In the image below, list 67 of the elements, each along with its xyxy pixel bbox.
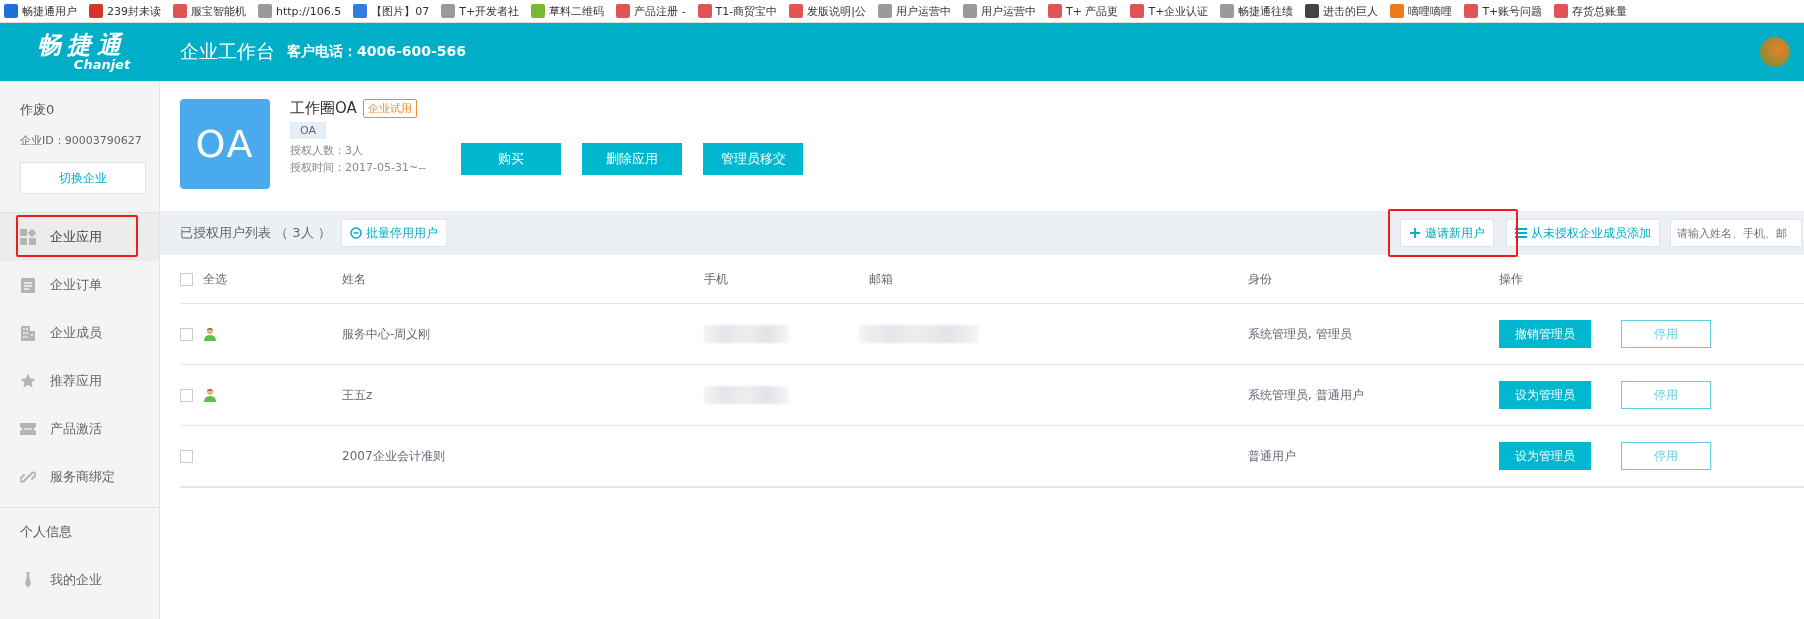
bookmark-link[interactable]: 用户运营中 [981,3,1036,19]
logo-text: 畅捷通 [37,32,127,58]
sidebar-item[interactable]: 服务商绑定 [0,453,159,501]
sidebar-item[interactable]: 我的企业 [0,556,159,604]
bookmark-link[interactable]: T+开发者社 [459,3,520,19]
column-header: 操作 [1499,270,1523,288]
section-heading: 个人信息 [19,523,73,541]
bookmark-link[interactable]: 畅捷通往绩 [1238,3,1294,19]
checkbox[interactable] [180,327,193,341]
sidebar-item[interactable]: 企业应用 [0,213,159,261]
customer-phone: 客户电话：4006-600-566 [287,43,467,61]
app-icon: OA [180,99,270,189]
minus-circle-icon [349,227,362,239]
user-name: 2007企业会计准则 [342,447,445,465]
app-name: 工作圈OA [290,99,357,118]
clipboard-icon [20,277,36,293]
trial-badge: 企业试用 [362,99,417,118]
link-icon [20,469,36,485]
user-role: 普通用户 [1248,447,1296,465]
logo-subtext: Chanjet [73,58,131,72]
user-avatar[interactable] [1760,37,1790,67]
page-title: 企业工作台 [180,39,275,64]
bookmark-link[interactable]: 产品注册 - [634,3,686,19]
bookmark-link[interactable]: T+账号问题 [1482,3,1543,19]
bookmark-link[interactable]: T+ 产品更 [1066,3,1119,19]
checkbox[interactable] [180,449,193,463]
column-header: 手机 [704,270,728,288]
company-name: 作废0 [20,101,55,119]
ticket-icon [20,421,36,437]
plus-icon [1409,227,1421,239]
bookmark-link[interactable]: 进击的巨人 [1323,3,1379,19]
bookmark-link[interactable]: T+企业认证 [1148,3,1209,19]
authorized-period: 授权时间：2017-05-31~-- [290,160,428,175]
column-header: 姓名 [342,270,366,288]
grid-icon [20,229,36,245]
column-header: 全选 [203,270,227,288]
sidebar-item[interactable]: 推荐应用 [0,357,159,405]
bookmark-link[interactable]: 畅捷通用户 [22,3,77,19]
authorized-users: 授权人数：3人 [290,143,364,158]
bookmark-link[interactable]: T1-商贸宝中 [715,3,778,19]
search-field[interactable]: 请输入姓名、手机、邮 [1670,219,1802,247]
star-icon [20,373,36,389]
sidebar-item[interactable]: 产品激活 [0,405,159,453]
checkbox[interactable] [180,388,193,402]
sidebar-item[interactable]: 企业订单 [0,261,159,309]
bookmark-link[interactable]: 嘀哩嘀哩 [1408,3,1453,19]
column-header: 身份 [1248,270,1272,288]
list-title: 已授权用户列表 （ 3人 ） [180,224,331,242]
building-icon [20,325,36,341]
sidebar-item[interactable]: 企业成员 [0,309,159,357]
list-icon [1515,228,1527,238]
bookmark-link[interactable]: 用户运营中 [896,3,951,19]
user-role: 系统管理员, 普通用户 [1248,386,1364,404]
checkbox[interactable] [180,272,193,286]
app-tag: OA [290,122,326,139]
user-name: 服务中心-周义刚 [342,325,431,343]
bookmark-link[interactable]: 239封未读 [107,3,161,19]
user-role: 系统管理员, 管理员 [1248,325,1352,343]
bookmark-link[interactable]: 发版说明|公 [807,3,866,19]
bookmark-link[interactable]: 存货总账量 [1572,3,1628,19]
company-id: 企业ID：90003790627 [20,133,142,148]
bookmark-link[interactable]: http://106.5 [276,4,342,18]
bookmark-link[interactable]: 【图片】07 [371,3,430,19]
bookmark-link[interactable]: 服宝智能机 [191,3,246,19]
column-header: 邮箱 [869,270,893,288]
user-name: 王五z [342,386,373,404]
bookmark-link[interactable]: 草料二维码 [549,3,605,19]
